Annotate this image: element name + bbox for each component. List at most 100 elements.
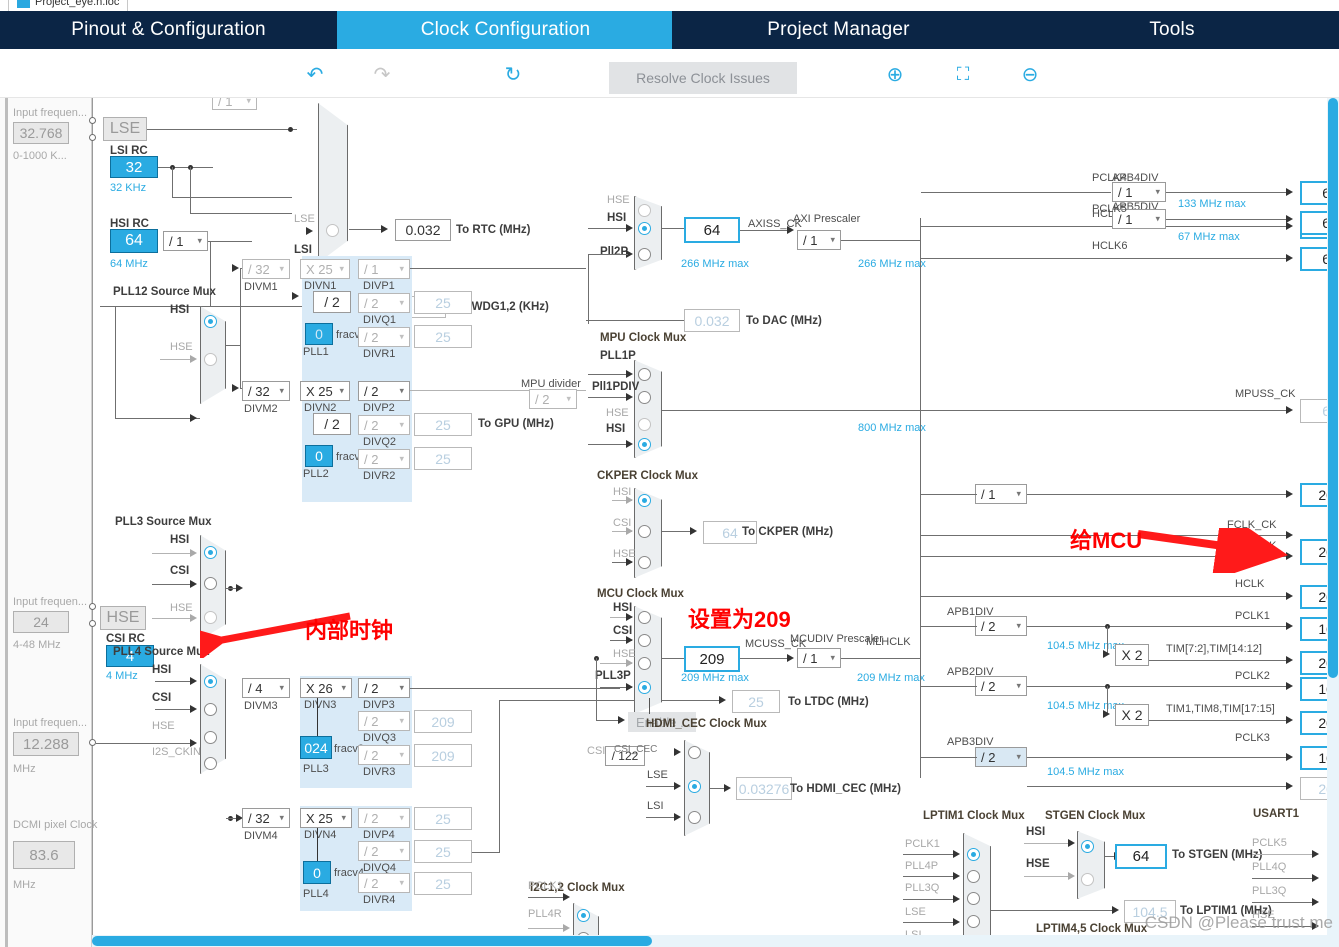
pll4-radio-i2s[interactable] (204, 757, 217, 770)
divq1-dropdown[interactable]: / 2 ▾ (358, 293, 410, 313)
divr4-dropdown[interactable]: / 2 ▾ (358, 873, 410, 893)
divm1-dropdown[interactable]: / 32 ▾ (242, 259, 290, 279)
lptim1-radio-pll3q[interactable] (967, 892, 980, 905)
mcuss-value-field[interactable]: 209 (684, 646, 740, 672)
lse-block[interactable]: LSE (103, 117, 147, 141)
lsi-value-field[interactable]: 32 (110, 156, 158, 178)
mcu-radio-pll3p[interactable] (638, 681, 651, 694)
divm3-dropdown[interactable]: / 4 ▾ (242, 678, 290, 698)
mpu-radio-pll1pdiv[interactable] (638, 391, 651, 404)
apb1div-dropdown[interactable]: / 2 ▾ (975, 616, 1027, 636)
pll3-radio-hse[interactable] (204, 611, 217, 624)
axi-radio-hse[interactable] (638, 204, 651, 217)
lptim1-radio-lse[interactable] (967, 915, 980, 928)
divr2-dropdown[interactable]: / 2 ▾ (358, 449, 410, 469)
ckper-radio-hse[interactable] (638, 556, 651, 569)
apb2div-dropdown[interactable]: / 2 ▾ (975, 676, 1027, 696)
hdmi-radio-lsi[interactable] (688, 811, 701, 824)
tab-tools[interactable]: Tools (1005, 11, 1339, 49)
ckper-radio-hsi[interactable] (638, 494, 651, 507)
divp4-dropdown[interactable]: / 2 ▾ (358, 808, 410, 828)
hdmi-radio-lse[interactable] (688, 780, 701, 793)
horizontal-scrollbar[interactable] (92, 935, 1327, 947)
lse-input-field[interactable]: 32.768 (13, 122, 69, 144)
divp2-dropdown[interactable]: / 2 ▾ (358, 381, 410, 401)
lsi-to-iwdg (172, 197, 292, 198)
mpu-radio-hsi[interactable] (638, 438, 651, 451)
tab-clock-configuration[interactable]: Clock Configuration (339, 11, 672, 49)
stgen-radio-hse[interactable] (1081, 873, 1094, 886)
apb3-extra-arrow (1286, 782, 1293, 790)
pll12-radio-hsi[interactable] (204, 315, 217, 328)
pll2-frac-divider[interactable]: / 2 (313, 413, 351, 435)
divm4-dropdown[interactable]: / 32 ▾ (242, 808, 290, 828)
pll1-frac-divider[interactable]: / 2 (313, 291, 351, 313)
pll4-radio-hsi[interactable] (204, 675, 217, 688)
fracv4-field[interactable]: 0 (303, 861, 331, 884)
refresh-icon[interactable]: ↻ (500, 61, 526, 87)
hsi-value-field[interactable]: 64 (110, 229, 158, 253)
pll4-radio-hse[interactable] (204, 731, 217, 744)
axiss-value-field[interactable]: 64 (684, 217, 740, 243)
mcu-radio-csi[interactable] (638, 634, 651, 647)
divr3-dropdown[interactable]: / 2 ▾ (358, 745, 410, 765)
divq3-dropdown[interactable]: / 2 ▾ (358, 711, 410, 731)
vertical-scroll-thumb[interactable] (1328, 98, 1338, 678)
rtc-clock-mux[interactable] (318, 103, 348, 263)
axi-radio-hsi[interactable] (638, 222, 651, 235)
apb4div-dropdown[interactable]: / 1 ▾ (1112, 182, 1166, 202)
top-divider-dropdown[interactable]: / 1 ▾ (212, 98, 257, 110)
mpu-divider-dropdown[interactable]: / 2 ▾ (529, 389, 577, 409)
divm2-dropdown[interactable]: / 32 ▾ (242, 381, 290, 401)
stgen-radio-hsi[interactable] (1081, 840, 1094, 853)
hse-block[interactable]: HSE (100, 606, 146, 630)
divp3-dropdown[interactable]: / 2 ▾ (358, 678, 410, 698)
hsi-divider-dropdown[interactable]: / 1 ▾ (163, 231, 208, 251)
fracv1-field[interactable]: 0 (305, 323, 333, 345)
fracv2-field[interactable]: 0 (305, 445, 333, 467)
divq2-dropdown[interactable]: / 2 ▾ (358, 415, 410, 435)
pll3-radio-hsi[interactable] (204, 546, 217, 559)
divn4-dropdown[interactable]: X 25 ▾ (300, 808, 352, 828)
file-tab[interactable]: Project_eye.h.ioc (8, 0, 129, 11)
i2s-input-field[interactable]: 12.288 (13, 732, 79, 756)
vertical-scrollbar[interactable] (1327, 98, 1339, 947)
mpu-radio-pll1p[interactable] (638, 368, 651, 381)
divn2-dropdown[interactable]: X 25 ▾ (300, 381, 350, 401)
hdmi-radio-csi[interactable] (688, 746, 701, 759)
ckper-radio-csi[interactable] (638, 525, 651, 538)
divn3-dropdown[interactable]: X 26 ▾ (300, 678, 352, 698)
pll4-radio-csi[interactable] (204, 703, 217, 716)
divr1-dropdown[interactable]: / 2 ▾ (358, 327, 410, 347)
divn1-dropdown[interactable]: X 25 ▾ (300, 259, 350, 279)
apb3div-dropdown[interactable]: / 2 ▾ (975, 747, 1027, 767)
clock-tree-canvas[interactable]: Input frequen... 32.768 0-1000 K... Inpu… (0, 98, 1339, 947)
tab-pinout-configuration[interactable]: Pinout & Configuration (0, 11, 337, 49)
redo-icon[interactable]: ↷ (369, 61, 395, 87)
resolve-clock-issues-button[interactable]: Resolve Clock Issues (609, 62, 797, 94)
divq4-dropdown[interactable]: / 2 ▾ (358, 841, 410, 861)
axi-radio-pll2p[interactable] (638, 248, 651, 261)
lptim1-radio-pclk1[interactable] (967, 848, 980, 861)
axi-prescaler-dropdown[interactable]: / 1 ▾ (797, 230, 841, 250)
mcu-radio-hsi[interactable] (638, 611, 651, 624)
zoom-in-icon[interactable]: ⊕ (882, 61, 908, 87)
pll3-radio-csi[interactable] (204, 577, 217, 590)
tab-project-manager[interactable]: Project Manager (672, 11, 1005, 49)
mcu-out-div-dropdown[interactable]: / 1 ▾ (975, 484, 1027, 504)
divp1-dropdown[interactable]: / 1 ▾ (358, 259, 410, 279)
undo-icon[interactable]: ↶ (302, 61, 328, 87)
fracv3-field[interactable]: 024 (300, 736, 332, 759)
mcudiv-prescaler-dropdown[interactable]: / 1 ▾ (797, 648, 841, 668)
hdmi-input-lse: LSE (647, 769, 668, 781)
rtc-radio-lse[interactable] (326, 224, 339, 237)
mcu-radio-hse[interactable] (638, 657, 651, 670)
hse-input-field[interactable]: 24 (13, 611, 69, 633)
mpu-radio-hse[interactable] (638, 418, 651, 431)
zoom-out-icon[interactable]: ⊖ (1017, 61, 1043, 87)
horizontal-scroll-thumb[interactable] (92, 936, 652, 946)
pll12-radio-hse[interactable] (204, 353, 217, 366)
i2c12-radio-pclk1[interactable] (577, 909, 590, 922)
lptim1-radio-pll4p[interactable] (967, 870, 980, 883)
fit-to-screen-icon[interactable]: ⛶ (950, 61, 976, 87)
